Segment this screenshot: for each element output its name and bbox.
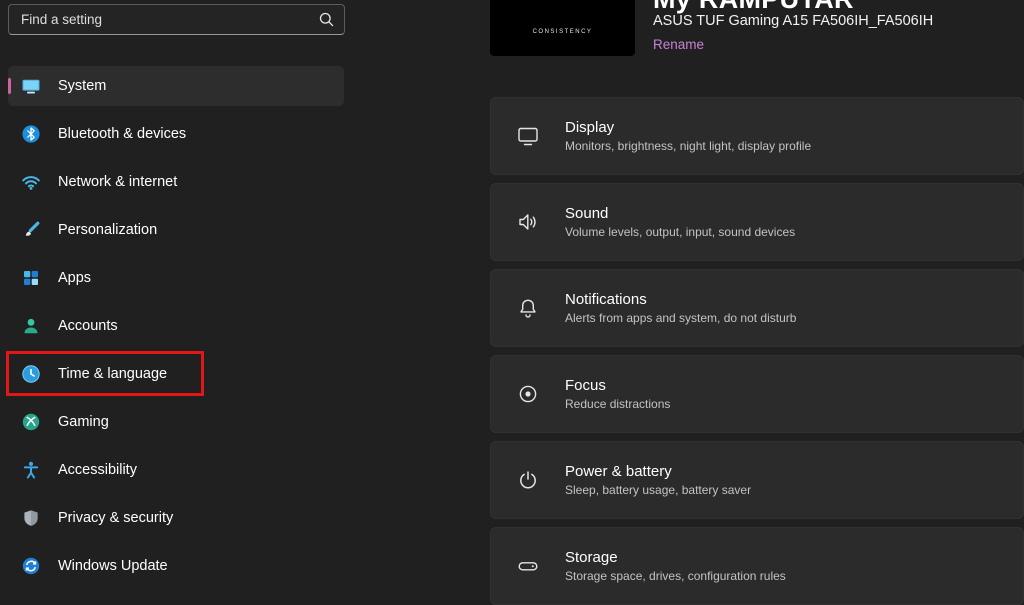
sidebar-item-label: Windows Update xyxy=(58,558,168,574)
shield-icon xyxy=(21,508,41,528)
search-input[interactable] xyxy=(8,4,345,35)
search-box xyxy=(8,4,345,35)
bell-icon xyxy=(491,296,565,320)
sidebar-item-label: Time & language xyxy=(58,366,167,382)
system-monitor-icon xyxy=(21,76,41,96)
sidebar-item-label: Accounts xyxy=(58,318,118,334)
sidebar-item-bluetooth-devices[interactable]: Bluetooth & devices xyxy=(8,114,344,154)
sidebar-item-accessibility[interactable]: Accessibility xyxy=(8,450,344,490)
storage-drive-icon xyxy=(491,554,565,578)
device-name: My RAMPUTAR xyxy=(653,0,854,13)
card-focus[interactable]: Focus Reduce distractions xyxy=(490,355,1024,433)
card-subtitle: Sleep, battery usage, battery saver xyxy=(565,483,751,497)
sidebar-item-label: Accessibility xyxy=(58,462,137,478)
device-header: CONSISTENCY My RAMPUTAR ASUS TUF Gaming … xyxy=(490,0,1024,97)
sidebar: System Bluetooth & devices Network & int… xyxy=(0,0,362,589)
card-subtitle: Reduce distractions xyxy=(565,397,670,411)
sidebar-item-accounts[interactable]: Accounts xyxy=(8,306,344,346)
card-sound[interactable]: Sound Volume levels, output, input, soun… xyxy=(490,183,1024,261)
sidebar-item-personalization[interactable]: Personalization xyxy=(8,210,344,250)
clock-icon xyxy=(21,364,41,384)
search-icon[interactable] xyxy=(319,12,334,27)
card-subtitle: Alerts from apps and system, do not dist… xyxy=(565,311,796,325)
sidebar-item-label: Bluetooth & devices xyxy=(58,126,186,142)
sidebar-item-time-language[interactable]: Time & language xyxy=(8,354,344,394)
sidebar-nav: System Bluetooth & devices Network & int… xyxy=(8,66,344,594)
focus-icon xyxy=(491,382,565,406)
apps-grid-icon xyxy=(21,268,41,288)
card-title: Sound xyxy=(565,205,795,222)
bluetooth-icon xyxy=(21,124,41,144)
sidebar-item-privacy-security[interactable]: Privacy & security xyxy=(8,498,344,538)
card-power-battery[interactable]: Power & battery Sleep, battery usage, ba… xyxy=(490,441,1024,519)
card-notifications[interactable]: Notifications Alerts from apps and syste… xyxy=(490,269,1024,347)
card-title: Focus xyxy=(565,377,670,394)
power-icon xyxy=(491,468,565,492)
card-title: Display xyxy=(565,119,811,136)
accessibility-person-icon xyxy=(21,460,41,480)
sidebar-item-label: Network & internet xyxy=(58,174,177,190)
card-title: Power & battery xyxy=(565,463,751,480)
card-subtitle: Storage space, drives, configuration rul… xyxy=(565,569,786,583)
person-icon xyxy=(21,316,41,336)
rename-link[interactable]: Rename xyxy=(653,37,704,52)
device-model: ASUS TUF Gaming A15 FA506IH_FA506IH xyxy=(653,13,933,29)
card-subtitle: Monitors, brightness, night light, displ… xyxy=(565,139,811,153)
card-title: Notifications xyxy=(565,291,796,308)
sidebar-item-gaming[interactable]: Gaming xyxy=(8,402,344,442)
sidebar-item-label: Gaming xyxy=(58,414,109,430)
update-arrows-icon xyxy=(21,556,41,576)
card-subtitle: Volume levels, output, input, sound devi… xyxy=(565,225,795,239)
sidebar-item-network-internet[interactable]: Network & internet xyxy=(8,162,344,202)
sidebar-item-system[interactable]: System xyxy=(8,66,344,106)
sidebar-item-label: Privacy & security xyxy=(58,510,173,526)
sidebar-item-label: Apps xyxy=(58,270,91,286)
sidebar-item-label: System xyxy=(58,78,106,94)
main-content: CONSISTENCY My RAMPUTAR ASUS TUF Gaming … xyxy=(490,0,1024,589)
settings-card-list: Display Monitors, brightness, night ligh… xyxy=(490,97,1024,605)
card-title: Storage xyxy=(565,549,786,566)
sidebar-item-windows-update[interactable]: Windows Update xyxy=(8,546,344,586)
display-icon xyxy=(491,124,565,148)
device-image-caption: CONSISTENCY xyxy=(533,29,593,35)
card-storage[interactable]: Storage Storage space, drives, configura… xyxy=(490,527,1024,605)
settings-window: { "search": { "placeholder": "Find a set… xyxy=(0,0,1024,589)
xbox-icon xyxy=(21,412,41,432)
sidebar-item-apps[interactable]: Apps xyxy=(8,258,344,298)
sidebar-item-label: Personalization xyxy=(58,222,157,238)
speaker-icon xyxy=(491,210,565,234)
device-image: CONSISTENCY xyxy=(490,0,635,56)
wifi-icon xyxy=(21,172,41,192)
card-display[interactable]: Display Monitors, brightness, night ligh… xyxy=(490,97,1024,175)
paintbrush-icon xyxy=(21,220,41,240)
selected-indicator xyxy=(8,78,11,94)
